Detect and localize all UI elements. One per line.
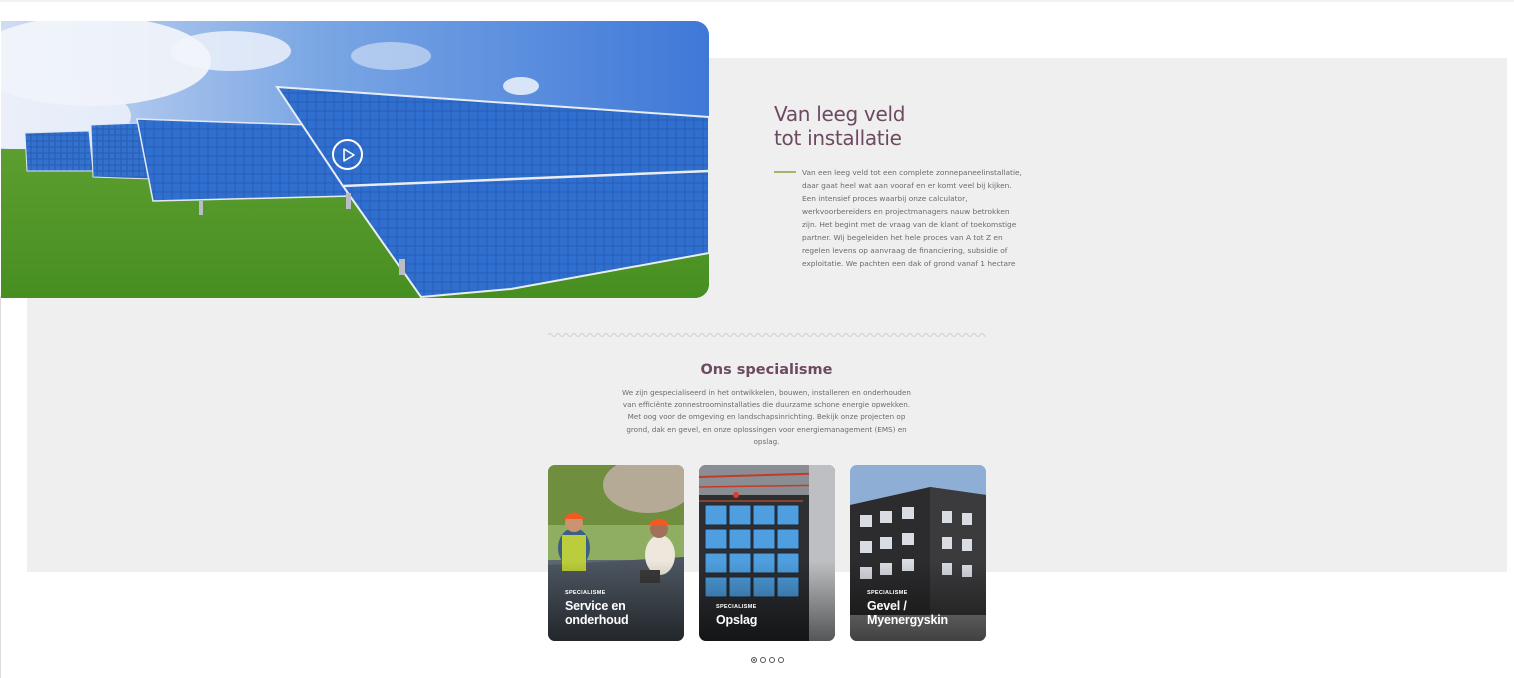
play-video-button[interactable] xyxy=(332,139,363,170)
card-caption: SPECIALISME Service en onderhoud xyxy=(565,590,676,627)
card-kicker: SPECIALISME xyxy=(867,590,908,596)
card-opslag[interactable]: SPECIALISME Opslag xyxy=(699,465,835,641)
left-edge-line xyxy=(0,296,1,678)
card-shade xyxy=(699,561,835,641)
carousel-dot-2[interactable] xyxy=(760,657,766,663)
wavy-divider xyxy=(548,333,986,337)
card-caption: SPECIALISME Opslag xyxy=(716,604,827,627)
card-service-en-onderhoud[interactable]: SPECIALISME Service en onderhoud xyxy=(548,465,684,641)
card-title: Service en onderhoud xyxy=(565,599,676,627)
page: Van leeg veld tot installatie Van een le… xyxy=(0,0,1514,678)
top-divider xyxy=(0,0,1514,2)
card-title-line2: onderhoud xyxy=(565,613,629,627)
hero-solar-image xyxy=(1,21,709,298)
intro-title-line1: Van leeg veld xyxy=(774,102,906,126)
card-gevel-myenergyskin[interactable]: SPECIALISME Gevel / Myenergyskin xyxy=(850,465,986,641)
intro-body: Van een leeg veld tot een complete zonne… xyxy=(802,168,1022,268)
card-title-line2: Myenergyskin xyxy=(867,613,948,627)
specialism-title: Ons specialisme xyxy=(700,362,833,378)
carousel-dot-4[interactable] xyxy=(778,657,784,663)
card-title-line1: Gevel / xyxy=(867,599,907,613)
card-title-line1: Opslag xyxy=(716,613,758,627)
card-kicker: SPECIALISME xyxy=(716,604,757,610)
carousel-dot-1[interactable] xyxy=(751,657,757,663)
card-kicker: SPECIALISME xyxy=(565,590,606,596)
card-title-line1: Service en xyxy=(565,599,626,613)
carousel-dot-3[interactable] xyxy=(769,657,775,663)
play-icon xyxy=(343,148,355,162)
carousel-pagination xyxy=(751,657,784,663)
intro-title: Van leeg veld tot installatie xyxy=(774,102,1074,150)
card-title: Opslag xyxy=(716,613,827,627)
intro-title-line2: tot installatie xyxy=(774,126,902,150)
card-title: Gevel / Myenergyskin xyxy=(867,599,978,627)
card-caption: SPECIALISME Gevel / Myenergyskin xyxy=(867,590,978,627)
specialism-body: We zijn gespecialiseerd in het ontwikkel… xyxy=(622,388,911,446)
accent-rule xyxy=(774,171,796,173)
